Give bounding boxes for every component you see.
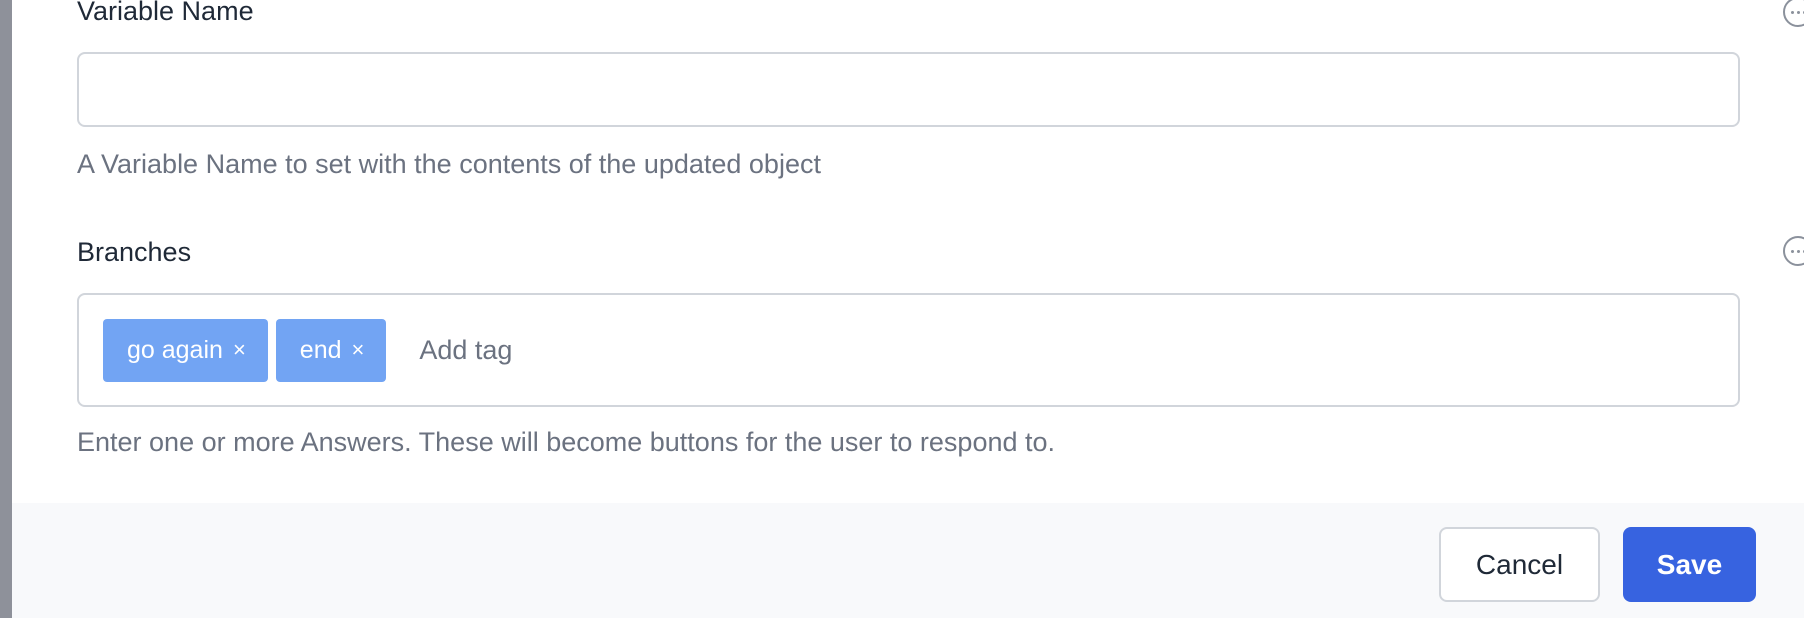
more-options-icon[interactable] (1783, 0, 1804, 27)
dialog-footer: Cancel Save (12, 503, 1804, 618)
variable-name-help: A Variable Name to set with the contents… (77, 149, 821, 179)
save-button[interactable]: Save (1623, 527, 1756, 602)
tag-end: end × (275, 318, 387, 382)
tag-label: go again (127, 335, 223, 364)
tag-go-again: go again × (103, 318, 268, 382)
dialog-panel: Variable Name A Variable Name to set wit… (12, 0, 1804, 618)
variable-name-label: Variable Name (77, 0, 254, 26)
branches-label: Branches (77, 237, 192, 267)
tag-label: end (299, 335, 342, 364)
variable-name-input[interactable] (77, 52, 1740, 127)
branches-tag-input[interactable]: go again × end × (77, 293, 1740, 407)
add-tag-input[interactable] (417, 333, 822, 367)
more-options-icon[interactable] (1783, 236, 1804, 266)
branches-help: Enter one or more Answers. These will be… (77, 427, 1056, 457)
tag-remove-icon[interactable]: × (352, 337, 365, 363)
cancel-button[interactable]: Cancel (1439, 527, 1600, 602)
tag-remove-icon[interactable]: × (233, 337, 246, 363)
